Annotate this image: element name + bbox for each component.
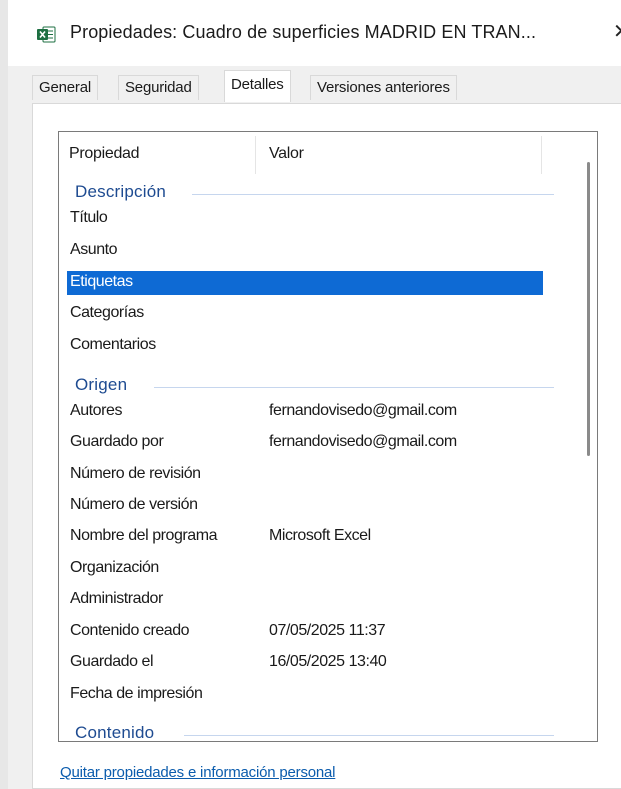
- column-header-value[interactable]: Valor: [269, 145, 304, 163]
- list-item[interactable]: Guardado por fernandovisedo@gmail.com: [67, 431, 543, 455]
- column-header-property[interactable]: Propiedad: [69, 145, 140, 163]
- group-divider: [184, 735, 554, 736]
- property-name: Organización: [70, 559, 159, 576]
- property-value[interactable]: fernandovisedo@gmail.com: [269, 433, 457, 451]
- property-name: Asunto: [70, 241, 118, 258]
- group-divider: [154, 387, 554, 388]
- list-item[interactable]: Guardado el 16/05/2025 13:40: [67, 651, 543, 675]
- list-item[interactable]: Número de revisión: [67, 463, 543, 487]
- group-label: Contenido: [75, 723, 155, 742]
- tab-detalles[interactable]: Detalles: [224, 70, 291, 102]
- column-divider[interactable]: [255, 136, 256, 174]
- window-left-edge: [0, 0, 8, 789]
- property-name: Guardado el: [70, 653, 154, 670]
- remove-properties-link[interactable]: Quitar propiedades e información persona…: [60, 764, 336, 781]
- property-name: Autores: [70, 402, 122, 419]
- list-item[interactable]: Asunto: [67, 239, 543, 263]
- property-name: Número de versión: [70, 496, 198, 513]
- tab-general[interactable]: General: [32, 75, 98, 100]
- tab-seguridad[interactable]: Seguridad: [118, 75, 199, 100]
- group-label: Origen: [75, 375, 128, 394]
- scrollbar-thumb[interactable]: [587, 162, 590, 456]
- property-name: Nombre del programa: [70, 527, 218, 544]
- list-header: Propiedad Valor: [59, 132, 597, 177]
- column-divider[interactable]: [541, 136, 542, 174]
- list-item[interactable]: Contenido creado 07/05/2025 11:37: [67, 620, 543, 644]
- list-item[interactable]: Nombre del programa Microsoft Excel: [67, 525, 543, 549]
- group-label: Descripción: [75, 182, 167, 201]
- property-value[interactable]: Microsoft Excel: [269, 527, 371, 545]
- list-item[interactable]: Categorías: [67, 302, 543, 326]
- list-item[interactable]: Título: [67, 207, 543, 231]
- list-item[interactable]: Número de versión: [67, 494, 543, 518]
- property-name: Título: [70, 209, 108, 226]
- list-item[interactable]: Autores fernandovisedo@gmail.com: [67, 400, 543, 424]
- property-value[interactable]: fernandovisedo@gmail.com: [269, 402, 457, 420]
- property-value[interactable]: 07/05/2025 11:37: [269, 622, 386, 640]
- tab-versiones-anteriores[interactable]: Versiones anteriores: [310, 75, 457, 100]
- property-name: Fecha de impresión: [70, 685, 203, 702]
- list-item-selected[interactable]: Etiquetas: [67, 271, 543, 295]
- property-name: Administrador: [70, 590, 163, 607]
- list-item[interactable]: Organización: [67, 557, 543, 581]
- property-name: Contenido creado: [70, 622, 190, 639]
- group-descripcion: Descripción: [59, 179, 559, 207]
- list-item[interactable]: Comentarios: [67, 334, 543, 358]
- group-origen: Origen: [59, 372, 559, 400]
- property-name: Comentarios: [70, 336, 156, 353]
- title-bar: Propiedades: Cuadro de superficies MADRI…: [8, 0, 621, 66]
- window-title: Propiedades: Cuadro de superficies MADRI…: [70, 22, 537, 42]
- excel-icon: [37, 26, 56, 43]
- group-contenido: Contenido: [59, 720, 559, 742]
- group-divider: [192, 194, 554, 195]
- properties-list[interactable]: Propiedad Valor Descripción Título Asunt…: [58, 131, 598, 742]
- list-item[interactable]: Fecha de impresión: [67, 683, 543, 707]
- property-name: Número de revisión: [70, 465, 201, 482]
- property-value[interactable]: 16/05/2025 13:40: [269, 653, 387, 671]
- close-icon[interactable]: ✕: [613, 20, 621, 44]
- property-name: Categorías: [70, 304, 144, 321]
- property-name: Etiquetas: [70, 273, 133, 290]
- property-name: Guardado por: [70, 433, 164, 450]
- list-item[interactable]: Administrador: [67, 588, 543, 612]
